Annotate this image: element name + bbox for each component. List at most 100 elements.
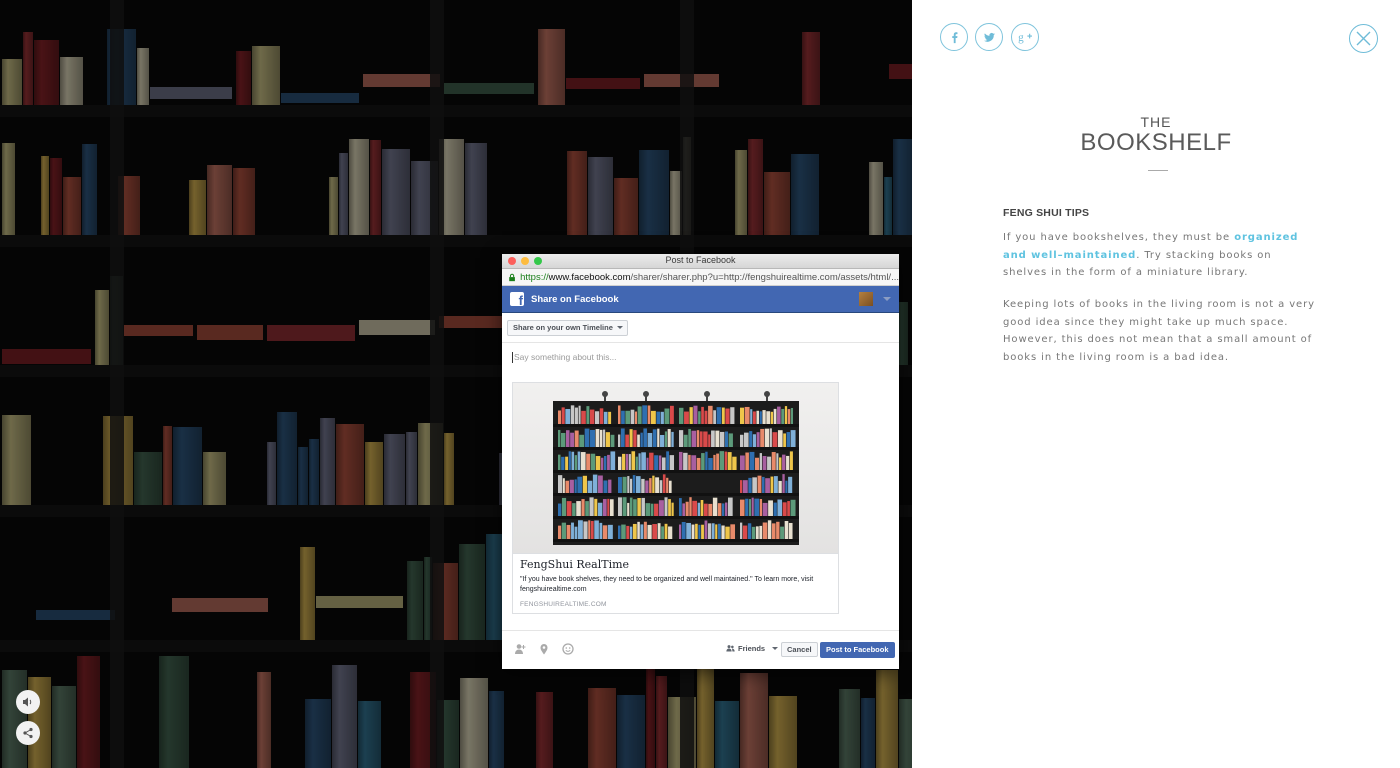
preview-book (657, 428, 660, 447)
preview-book (767, 456, 772, 470)
tip-text: If you have bookshelves, they must be (1003, 232, 1235, 243)
preview-book (745, 452, 749, 470)
background-book (328, 176, 339, 235)
account-avatar[interactable] (859, 292, 873, 306)
audience-selector[interactable]: Friends (726, 644, 779, 653)
preview-book (618, 405, 621, 424)
preview-book (629, 497, 633, 516)
preview-book (754, 498, 760, 516)
tag-friends-icon[interactable] (514, 643, 526, 655)
background-book (735, 150, 748, 235)
post-to-facebook-button[interactable]: Post to Facebook (820, 642, 895, 658)
background-book (876, 669, 899, 768)
preview-book (590, 429, 595, 447)
preview-book (721, 525, 725, 539)
location-pin-icon[interactable] (538, 643, 550, 655)
preview-book (689, 497, 692, 516)
background-book (189, 179, 207, 235)
preview-book (764, 428, 770, 447)
preview-book (683, 452, 688, 470)
preview-book (771, 452, 776, 470)
compose-input[interactable]: Say something about this... (512, 352, 617, 363)
background-book (335, 424, 364, 505)
preview-book (634, 411, 638, 424)
background-book (536, 692, 553, 768)
preview-book (649, 478, 652, 493)
preview-book (594, 411, 600, 424)
preview-book (701, 453, 705, 470)
friends-icon (726, 645, 735, 652)
preview-book (605, 432, 610, 447)
page-title: BOOKSHELF (1080, 129, 1232, 156)
sound-toggle-button[interactable] (16, 690, 40, 714)
preview-book (589, 497, 594, 516)
address-bar[interactable]: https://www.facebook.com/sharer/sharer.p… (502, 269, 899, 286)
preview-book (650, 503, 654, 516)
preview-book (685, 501, 689, 516)
preview-book (773, 408, 777, 424)
preview-book (660, 434, 665, 447)
preview-book (780, 526, 785, 539)
preview-book (759, 499, 763, 516)
preview-book (707, 523, 712, 539)
preview-book (762, 456, 767, 470)
preview-book (640, 524, 644, 539)
preview-book (701, 524, 704, 539)
preview-book (664, 497, 668, 516)
preview-book (725, 502, 728, 516)
preview-book (658, 500, 664, 516)
preview-book (609, 499, 614, 516)
preview-book (712, 497, 718, 516)
preview-book (630, 409, 635, 424)
account-menu-caret-icon[interactable] (883, 297, 891, 301)
preview-book (728, 433, 733, 447)
background-book (899, 699, 912, 768)
cancel-button[interactable]: Cancel (781, 642, 818, 657)
preview-book (582, 475, 587, 493)
preview-book (711, 523, 715, 539)
preview-book (637, 434, 640, 447)
preview-title: FengShui RealTime (520, 558, 630, 571)
preview-book (654, 503, 659, 516)
preview-book (597, 502, 603, 516)
preview-book (631, 451, 636, 470)
preview-book (587, 480, 593, 493)
bookcase-shelf (553, 539, 799, 542)
preview-book (629, 429, 633, 447)
preview-book (719, 431, 725, 447)
share-google-plus-button[interactable]: g (1011, 23, 1039, 51)
url-scheme: https:// (520, 271, 549, 283)
chevron-down-icon (772, 647, 779, 650)
preview-book (566, 524, 571, 539)
preview-book (725, 526, 730, 539)
bookcase-shelf (553, 447, 799, 450)
link-preview-card[interactable]: FengShui RealTime "If you have book shel… (512, 382, 839, 614)
preview-book (688, 428, 691, 447)
preview-book (635, 456, 638, 470)
share-twitter-button[interactable] (975, 23, 1003, 51)
preview-book (779, 457, 782, 470)
share-facebook-button[interactable] (940, 23, 968, 51)
background-book (566, 150, 587, 235)
preview-book (727, 452, 732, 470)
preview-book (618, 525, 621, 539)
preview-book (628, 454, 631, 470)
preview-book (783, 433, 786, 447)
feeling-emoji-icon[interactable] (562, 643, 574, 655)
preview-book (666, 451, 670, 470)
preview-book (637, 521, 640, 539)
background-book (299, 546, 315, 640)
close-button[interactable] (1349, 24, 1378, 53)
preview-book (607, 454, 610, 470)
preview-book (784, 406, 788, 424)
preview-book (787, 409, 791, 424)
preview-book (704, 520, 708, 539)
background-book (40, 155, 50, 235)
preview-book (574, 455, 578, 470)
tip-paragraph-1: If you have bookshelves, they must be or… (1003, 229, 1318, 282)
share-button[interactable] (16, 721, 40, 745)
preview-book (722, 503, 725, 516)
preview-book (740, 499, 745, 516)
share-target-dropdown[interactable]: Share on your own Timeline (507, 320, 628, 336)
preview-book (610, 434, 615, 447)
